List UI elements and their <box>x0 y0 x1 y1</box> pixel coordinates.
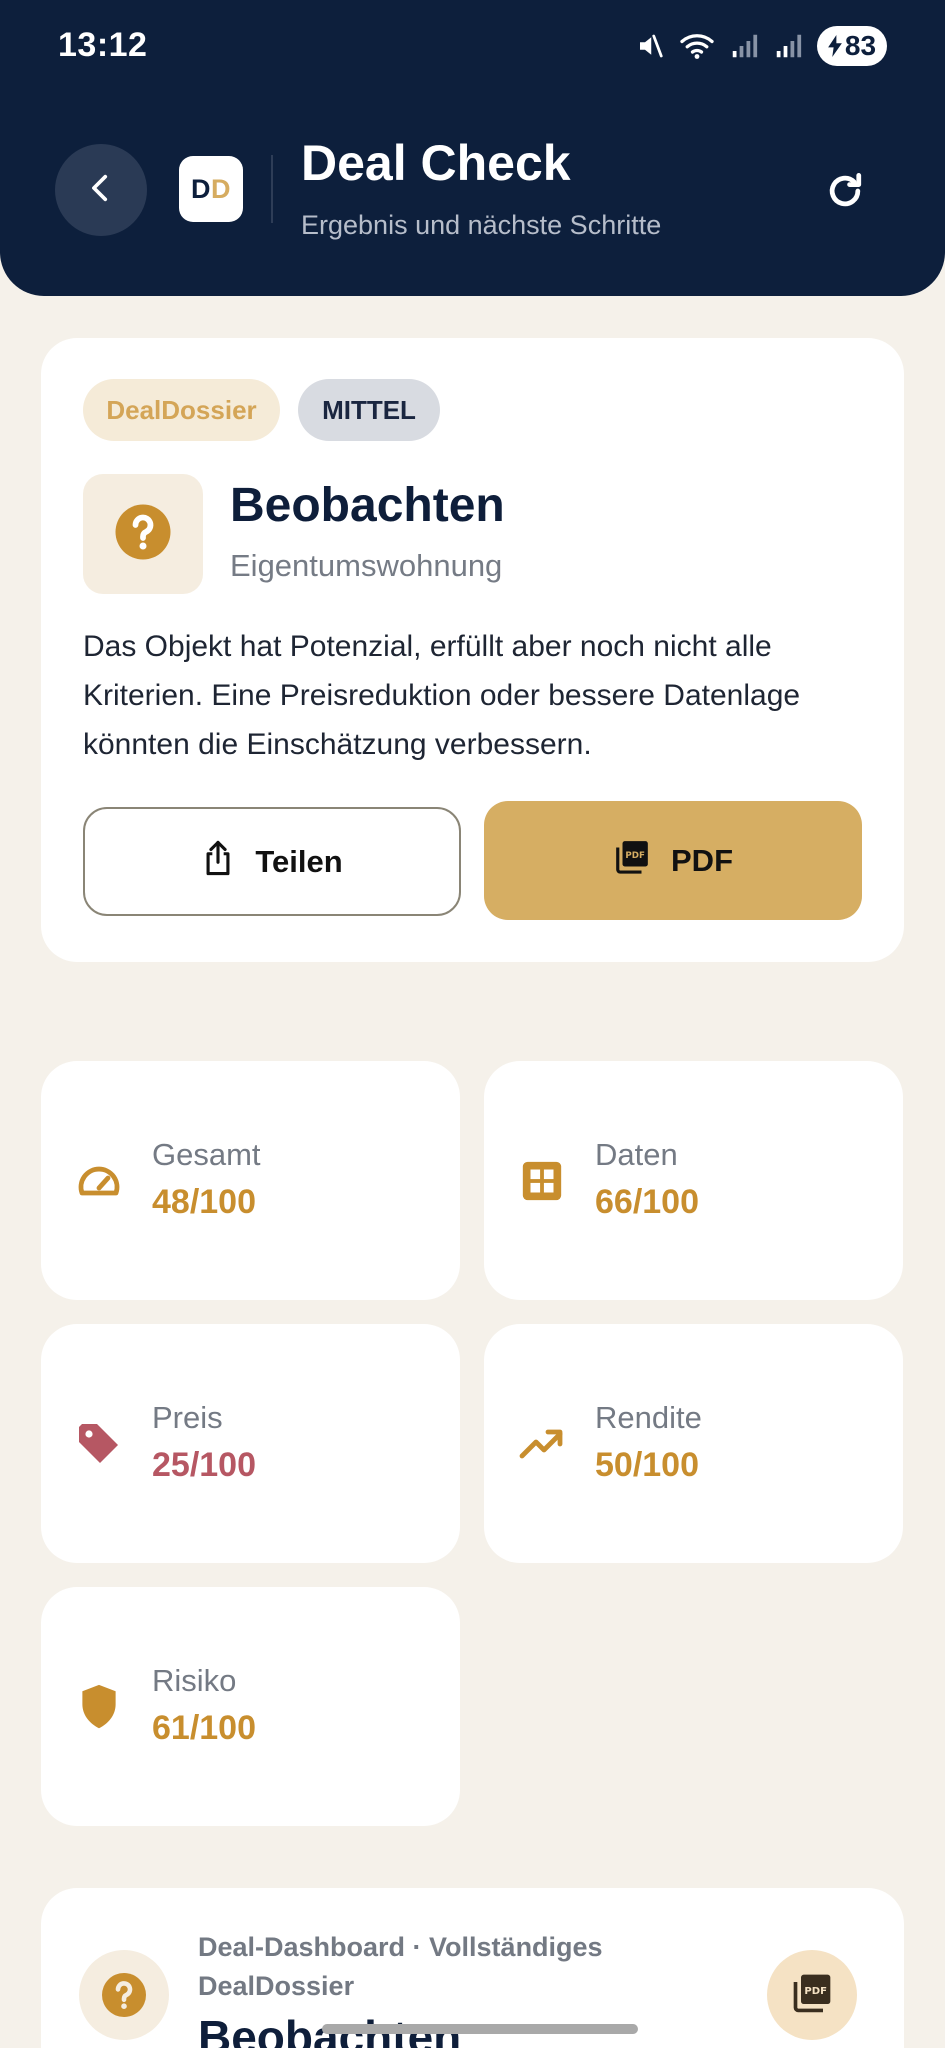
gauge-icon <box>75 1157 123 1205</box>
status-icons: 83 <box>635 24 887 68</box>
battery-indicator: 83 <box>817 26 887 66</box>
chevron-left-icon <box>84 171 118 210</box>
score-label: Gesamt <box>152 1137 261 1172</box>
header-divider <box>271 155 273 223</box>
signal-icon <box>729 31 759 61</box>
question-icon <box>113 502 173 567</box>
page-subtitle: Ergebnis und nächste Schritte <box>301 210 662 240</box>
score-card-rendite: Rendite 50/100 <box>484 1324 903 1563</box>
mute-icon <box>635 31 665 61</box>
shield-icon <box>75 1683 123 1731</box>
verdict-description: Das Objekt hat Potenzial, erfüllt aber n… <box>83 630 801 761</box>
logo-letter-2: D <box>211 173 231 204</box>
signal-icon <box>773 31 803 61</box>
score-value: 50/100 <box>595 1446 699 1484</box>
risk-chip: MITTEL <box>298 379 440 441</box>
logo-letter-1: D <box>191 173 211 204</box>
dashboard-subtitle: Deal-Dashboard · Vollständiges DealDossi… <box>198 1932 603 2001</box>
battery-level: 83 <box>844 30 877 61</box>
wifi-icon <box>679 31 715 61</box>
question-icon <box>79 1950 169 2040</box>
app-header: 13:12 83 DD Deal Check Ergebnis und näch… <box>0 0 945 296</box>
score-card-gesamt: Gesamt 48/100 <box>41 1061 460 1300</box>
share-button[interactable]: Teilen <box>83 807 461 916</box>
refresh-button[interactable] <box>810 158 880 228</box>
pdf-label: PDF <box>671 842 733 878</box>
verdict-icon-box <box>83 474 203 594</box>
status-time: 13:12 <box>58 26 148 64</box>
score-label: Risiko <box>152 1663 237 1698</box>
svg-text:PDF: PDF <box>804 1985 827 1996</box>
score-value: 61/100 <box>152 1709 256 1747</box>
score-value: 66/100 <box>595 1183 699 1221</box>
score-value: 25/100 <box>152 1446 256 1484</box>
score-card-daten: Daten 66/100 <box>484 1061 903 1300</box>
property-type: Eigentumswohnung <box>230 548 503 583</box>
back-button[interactable] <box>55 144 147 236</box>
trending-up-icon <box>518 1420 566 1468</box>
grid-icon <box>518 1157 566 1205</box>
score-card-risiko: Risiko 61/100 <box>41 1587 460 1826</box>
refresh-icon <box>823 169 867 218</box>
score-value: 48/100 <box>152 1183 256 1221</box>
page-title: Deal Check <box>301 135 571 191</box>
score-label: Daten <box>595 1137 678 1172</box>
pdf-button[interactable]: PDF PDF <box>484 801 862 920</box>
score-label: Rendite <box>595 1400 702 1435</box>
svg-text:PDF: PDF <box>625 850 645 860</box>
score-card-preis: Preis 25/100 <box>41 1324 460 1563</box>
app-logo: DD <box>179 156 243 222</box>
battery-charging-icon <box>828 35 842 57</box>
brand-chip: DealDossier <box>83 379 280 441</box>
share-icon <box>201 839 235 885</box>
result-card: DealDossier MITTEL Beobachten Eigentumsw… <box>41 338 904 962</box>
share-label: Teilen <box>255 843 343 879</box>
tag-icon <box>75 1420 123 1468</box>
dashboard-pdf-button[interactable]: PDF <box>767 1950 857 2040</box>
verdict-title: Beobachten <box>230 479 505 532</box>
score-label: Preis <box>152 1400 223 1435</box>
pdf-icon: PDF <box>613 838 651 884</box>
pdf-icon: PDF <box>790 1971 834 2020</box>
home-indicator[interactable] <box>322 2024 638 2034</box>
